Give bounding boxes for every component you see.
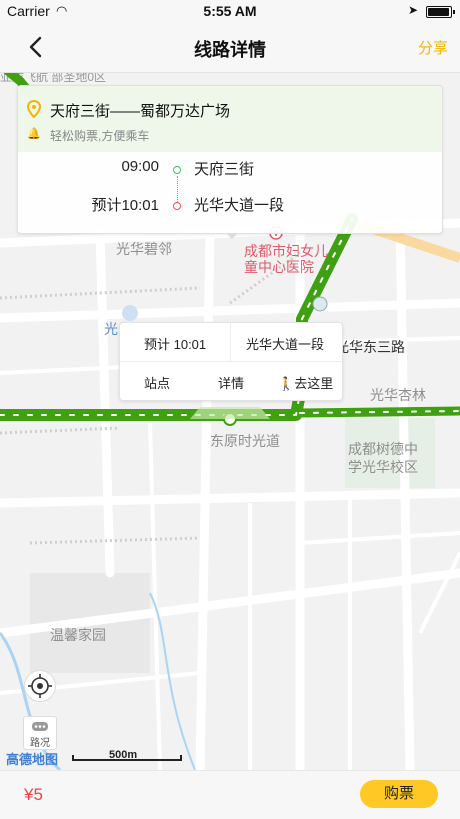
divider bbox=[230, 323, 231, 361]
poi-label: 东原时光道 bbox=[210, 433, 280, 449]
station-button[interactable]: 站点 bbox=[144, 373, 170, 392]
poi-label: 成都树德中 bbox=[348, 441, 418, 457]
poi-label: 光华杏林 bbox=[370, 387, 426, 403]
buy-ticket-button[interactable]: 购票 bbox=[360, 780, 438, 808]
stop-name: 光华大道一段 bbox=[194, 197, 285, 214]
stop-row-origin: 09:00 天府三街 bbox=[18, 158, 442, 180]
traffic-toggle[interactable]: 路况 bbox=[23, 716, 57, 750]
poi-label: 温馨家园 bbox=[50, 627, 106, 643]
ticket-price: ¥5 bbox=[24, 785, 43, 804]
navigation-bar: 线路详情 分享 bbox=[0, 22, 460, 73]
detail-button[interactable]: 详情 bbox=[218, 373, 244, 392]
poi-label-hospital: 童中心医院 bbox=[244, 259, 314, 275]
crosshair-icon bbox=[28, 674, 52, 698]
route-tip: 轻松购票,方便乘车 bbox=[50, 129, 150, 143]
poi-label: 学光华校区 bbox=[348, 459, 418, 475]
poi-label-road: 光华东三路 bbox=[335, 339, 405, 355]
location-pin-icon bbox=[27, 100, 41, 118]
page-title: 线路详情 bbox=[194, 40, 266, 60]
route-name: 天府三街——蜀都万达广场 bbox=[50, 103, 231, 120]
go-here-label: 去这里 bbox=[294, 376, 334, 391]
popup-stop-name: 光华大道一段 bbox=[246, 337, 325, 352]
stop-time: 预计10:01 bbox=[91, 197, 159, 214]
poi-label: 光 bbox=[104, 321, 118, 337]
status-bar: Carrier ◠ 5:55 AM ➤ bbox=[0, 0, 460, 22]
stop-time: 09:00 bbox=[121, 158, 159, 175]
share-button[interactable]: 分享 bbox=[418, 37, 448, 58]
scale-bar bbox=[72, 755, 182, 761]
walk-icon: 🚶 bbox=[278, 376, 295, 391]
popup-eta: 预计 10:01 bbox=[144, 337, 207, 352]
route-info-card: 天府三街——蜀都万达广场 🔔 轻松购票,方便乘车 09:00 天府三街 预计10… bbox=[17, 85, 443, 239]
clock: 5:55 AM bbox=[203, 3, 257, 19]
bell-icon: 🔔 bbox=[27, 128, 41, 140]
divider bbox=[120, 361, 342, 362]
traffic-label: 路况 bbox=[30, 738, 50, 749]
map-view[interactable]: 亚成飞航 部圣地0区 光华碧邻 成都市妇女儿 童中心医院 光华东三路 光华杏林 … bbox=[0, 73, 460, 770]
card-arrow bbox=[226, 233, 238, 239]
origin-dot bbox=[173, 166, 181, 174]
battery-icon bbox=[426, 6, 455, 18]
location-arrow-icon: ➤ bbox=[408, 3, 419, 17]
traffic-icon bbox=[32, 722, 48, 731]
map-logo: 高德地图 bbox=[6, 752, 59, 767]
bottom-bar: ¥5 购票 bbox=[0, 770, 460, 819]
go-here-button[interactable]: 🚶去这里 bbox=[278, 373, 333, 392]
stop-popup: 预计 10:01 光华大道一段 站点 详情 🚶去这里 bbox=[119, 322, 343, 401]
locate-button[interactable] bbox=[24, 670, 56, 702]
stop-name: 天府三街 bbox=[194, 161, 255, 178]
stop-row-destination: 预计10:01 光华大道一段 bbox=[18, 194, 442, 216]
map-scale: 500m bbox=[72, 749, 182, 761]
poi-label: 光华碧邻 bbox=[116, 241, 172, 257]
